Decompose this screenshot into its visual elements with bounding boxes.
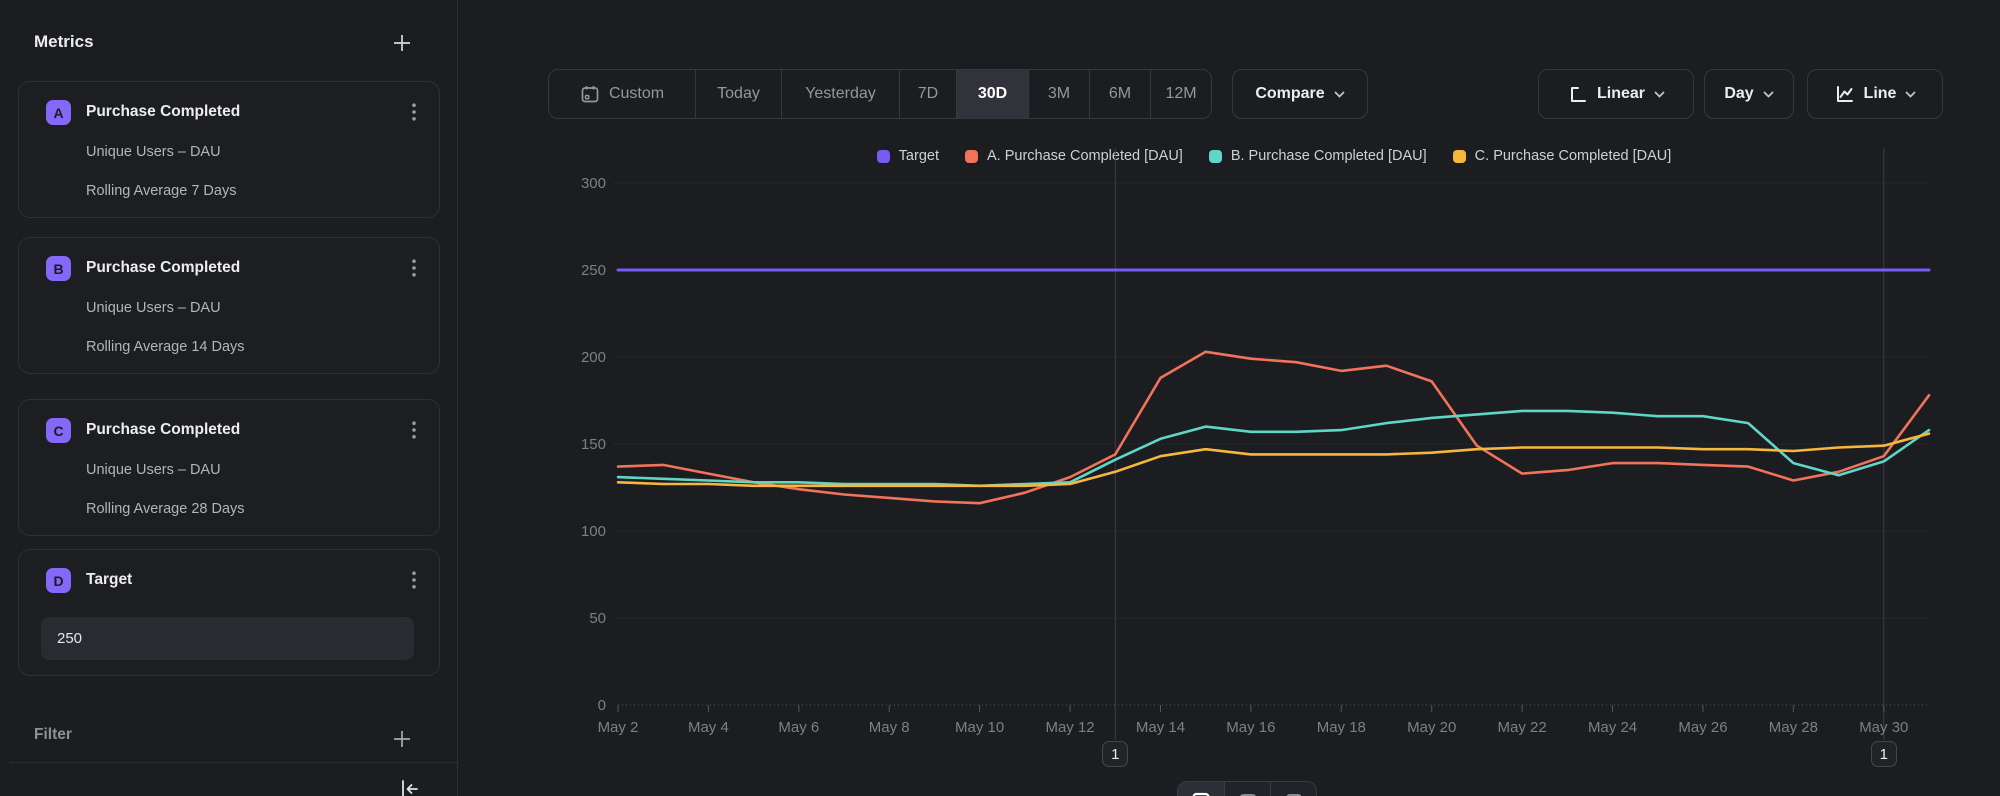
- x-axis-label: May 2: [598, 719, 639, 736]
- x-axis-label: May 26: [1678, 719, 1727, 736]
- x-axis-label: May 6: [778, 719, 819, 736]
- x-axis-label: May 20: [1407, 719, 1456, 736]
- line-chart: 0 50 100 150 200 250 300 May 2 May 4 May 6 May 8 Ma…: [0, 0, 2000, 796]
- table-panel-icon: [1284, 791, 1304, 796]
- annotation-badge[interactable]: 1: [1102, 741, 1128, 767]
- display-mode-split[interactable]: [1224, 782, 1270, 796]
- y-axis-label: 50: [589, 610, 606, 627]
- annotation-badge[interactable]: 1: [1871, 741, 1897, 767]
- series-line-a: [618, 352, 1929, 503]
- x-axis-label: May 8: [869, 719, 910, 736]
- series-line-c: [618, 434, 1929, 486]
- display-mode-table[interactable]: [1270, 782, 1316, 796]
- x-axis-label: May 4: [688, 719, 729, 736]
- x-axis-label: May 30: [1859, 719, 1908, 736]
- split-panel-icon: [1238, 791, 1258, 796]
- y-axis-label: 0: [598, 697, 606, 714]
- chart-panel-icon: [1191, 791, 1211, 796]
- y-axis-label: 150: [581, 436, 606, 453]
- display-mode-chart[interactable]: [1178, 782, 1224, 796]
- x-axis-label: May 10: [955, 719, 1004, 736]
- x-axis-label: May 16: [1226, 719, 1275, 736]
- y-axis-label: 300: [581, 175, 606, 192]
- y-axis-label: 250: [581, 262, 606, 279]
- y-axis-label: 200: [581, 349, 606, 366]
- x-axis-label: May 22: [1498, 719, 1547, 736]
- x-axis-label: May 28: [1769, 719, 1818, 736]
- x-axis-label: May 14: [1136, 719, 1185, 736]
- x-axis-label: May 24: [1588, 719, 1637, 736]
- x-axis-label: May 18: [1317, 719, 1366, 736]
- display-mode-switcher: [1177, 781, 1317, 796]
- y-axis-label: 100: [581, 523, 606, 540]
- x-axis-label: May 12: [1045, 719, 1094, 736]
